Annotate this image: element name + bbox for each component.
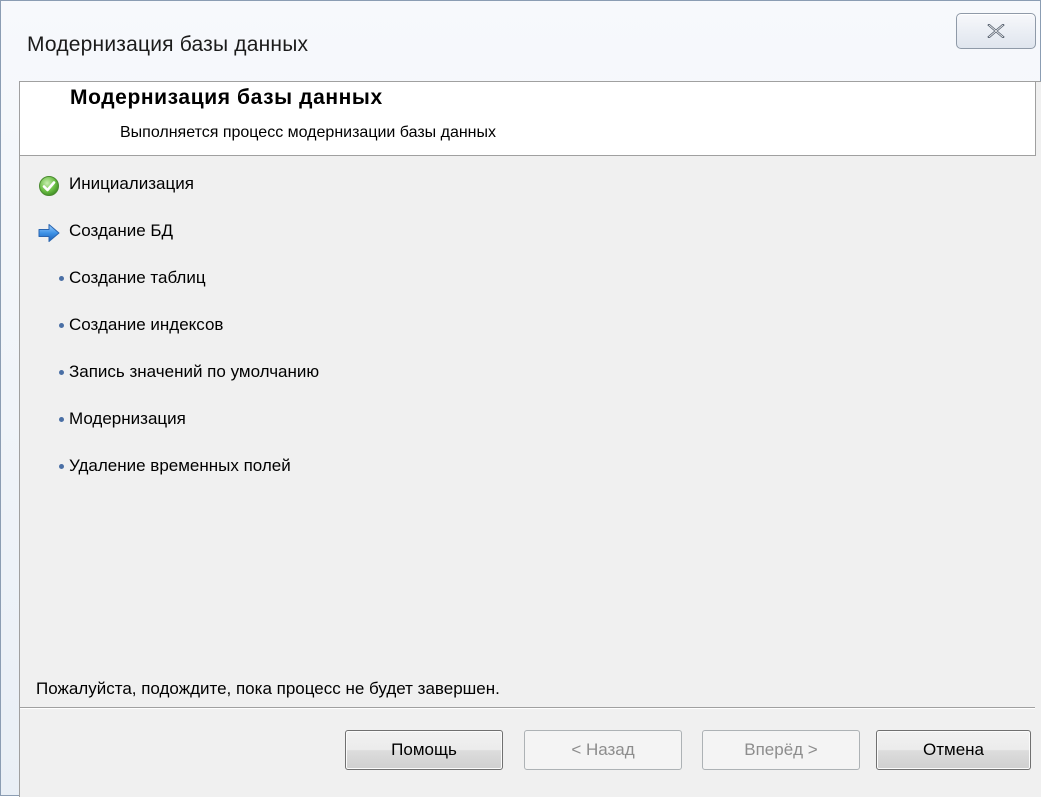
- title-bar[interactable]: Модернизация базы данных: [1, 1, 1040, 81]
- step-create-indexes: Создание индексов: [20, 311, 820, 341]
- step-write-defaults: Запись значений по умолчанию: [20, 358, 820, 388]
- step-label: Модернизация: [69, 409, 186, 428]
- step-label: Создание БД: [69, 221, 174, 240]
- step-label: Создание таблиц: [69, 268, 206, 287]
- step-create-tables: Создание таблиц: [20, 264, 820, 294]
- bullet-icon: [59, 323, 64, 328]
- arrow-right-icon: [38, 224, 60, 242]
- step-label: Удаление временных полей: [69, 456, 291, 475]
- bullet-icon: [59, 417, 64, 422]
- wizard-header: Модернизация базы данных Выполняется про…: [20, 82, 1036, 156]
- footer-divider-highlight: [20, 708, 1035, 709]
- close-button[interactable]: [956, 13, 1036, 49]
- bullet-icon: [59, 370, 64, 375]
- bullet-icon: [59, 464, 64, 469]
- wizard-window: Модернизация базы данных Модернизация ба…: [0, 0, 1041, 797]
- wizard-client-area: Модернизация базы данных Выполняется про…: [19, 81, 1041, 797]
- bullet-icon: [59, 276, 64, 281]
- back-button[interactable]: < Назад: [524, 730, 682, 770]
- checkmark-icon: [39, 176, 59, 196]
- step-modernization: Модернизация: [20, 405, 820, 435]
- page-subtitle: Выполняется процесс модернизации базы да…: [120, 124, 497, 141]
- step-remove-temp-fields: Удаление временных полей: [20, 452, 820, 482]
- step-label: Создание индексов: [69, 315, 224, 334]
- step-initialization: Инициализация: [20, 170, 820, 200]
- step-label: Инициализация: [69, 174, 194, 193]
- window-title: Модернизация базы данных: [27, 33, 309, 56]
- step-label: Запись значений по умолчанию: [69, 362, 320, 381]
- step-create-db: Создание БД: [20, 217, 820, 247]
- cancel-button[interactable]: Отмена: [876, 730, 1031, 770]
- status-text: Пожалуйста, подождите, пока процесс не б…: [36, 679, 500, 698]
- next-button[interactable]: Вперёд >: [702, 730, 860, 770]
- page-title: Модернизация базы данных: [70, 86, 383, 109]
- help-button[interactable]: Помощь: [345, 730, 503, 770]
- close-icon: [987, 24, 1005, 38]
